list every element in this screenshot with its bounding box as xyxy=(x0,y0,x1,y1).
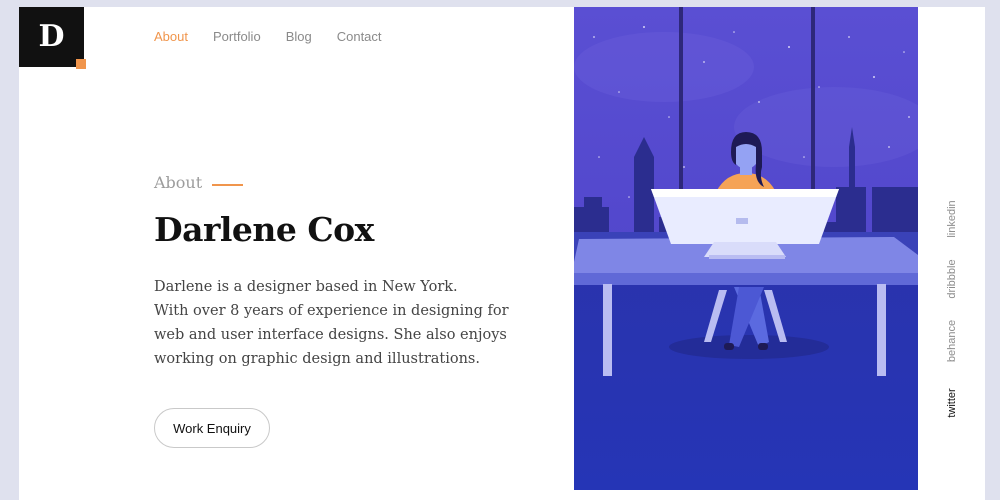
nav-link-portfolio[interactable]: Portfolio xyxy=(213,29,261,44)
social-link-linkedin[interactable]: linkedin xyxy=(946,200,958,237)
section-eyebrow: About xyxy=(154,173,244,192)
eyebrow-divider xyxy=(212,183,244,186)
bio-line: web and user interface designs. She also… xyxy=(154,327,507,343)
page-container: D About Portfolio Blog Contact About Dar… xyxy=(19,7,985,500)
logo-accent-square xyxy=(76,59,86,69)
bio-paragraph: Darlene is a designer based in New York.… xyxy=(154,275,509,371)
social-link-twitter[interactable]: twitter xyxy=(946,388,958,417)
work-enquiry-button[interactable]: Work Enquiry xyxy=(154,408,270,448)
social-link-behance[interactable]: behance xyxy=(946,320,958,362)
logo-letter: D xyxy=(38,19,65,54)
brand-logo[interactable]: D xyxy=(19,7,86,69)
main-nav: About Portfolio Blog Contact xyxy=(154,29,382,44)
designer-at-desk-illustration xyxy=(574,7,918,490)
bio-line: working on graphic design and illustrati… xyxy=(154,351,480,367)
bio-line: With over 8 years of experience in desig… xyxy=(154,303,509,319)
hero-illustration xyxy=(574,7,918,490)
eyebrow-label: About xyxy=(154,173,203,192)
bio-line: Darlene is a designer based in New York. xyxy=(154,279,458,295)
social-link-dribbble[interactable]: dribbble xyxy=(946,259,958,298)
nav-link-about[interactable]: About xyxy=(154,29,188,44)
page-title: Darlene Cox xyxy=(154,210,374,249)
social-links: linkedin dribbble behance twitter xyxy=(939,200,965,432)
nav-link-contact[interactable]: Contact xyxy=(337,29,382,44)
nav-link-blog[interactable]: Blog xyxy=(286,29,312,44)
